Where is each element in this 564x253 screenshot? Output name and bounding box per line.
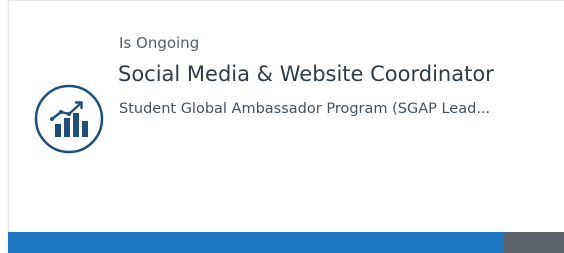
bar-chart-growth-icon bbox=[33, 83, 105, 155]
position-title[interactable]: Social Media & Website Coordinator bbox=[118, 62, 494, 86]
progress-bar-fill bbox=[8, 232, 503, 253]
page: Is Ongoing Social Media & Website Coordi… bbox=[0, 0, 564, 253]
organization-name: Student Global Ambassador Program (SGAP … bbox=[119, 101, 491, 117]
status-label: Is Ongoing bbox=[119, 34, 200, 52]
progress-bar bbox=[8, 232, 564, 253]
position-card[interactable] bbox=[8, 0, 564, 253]
